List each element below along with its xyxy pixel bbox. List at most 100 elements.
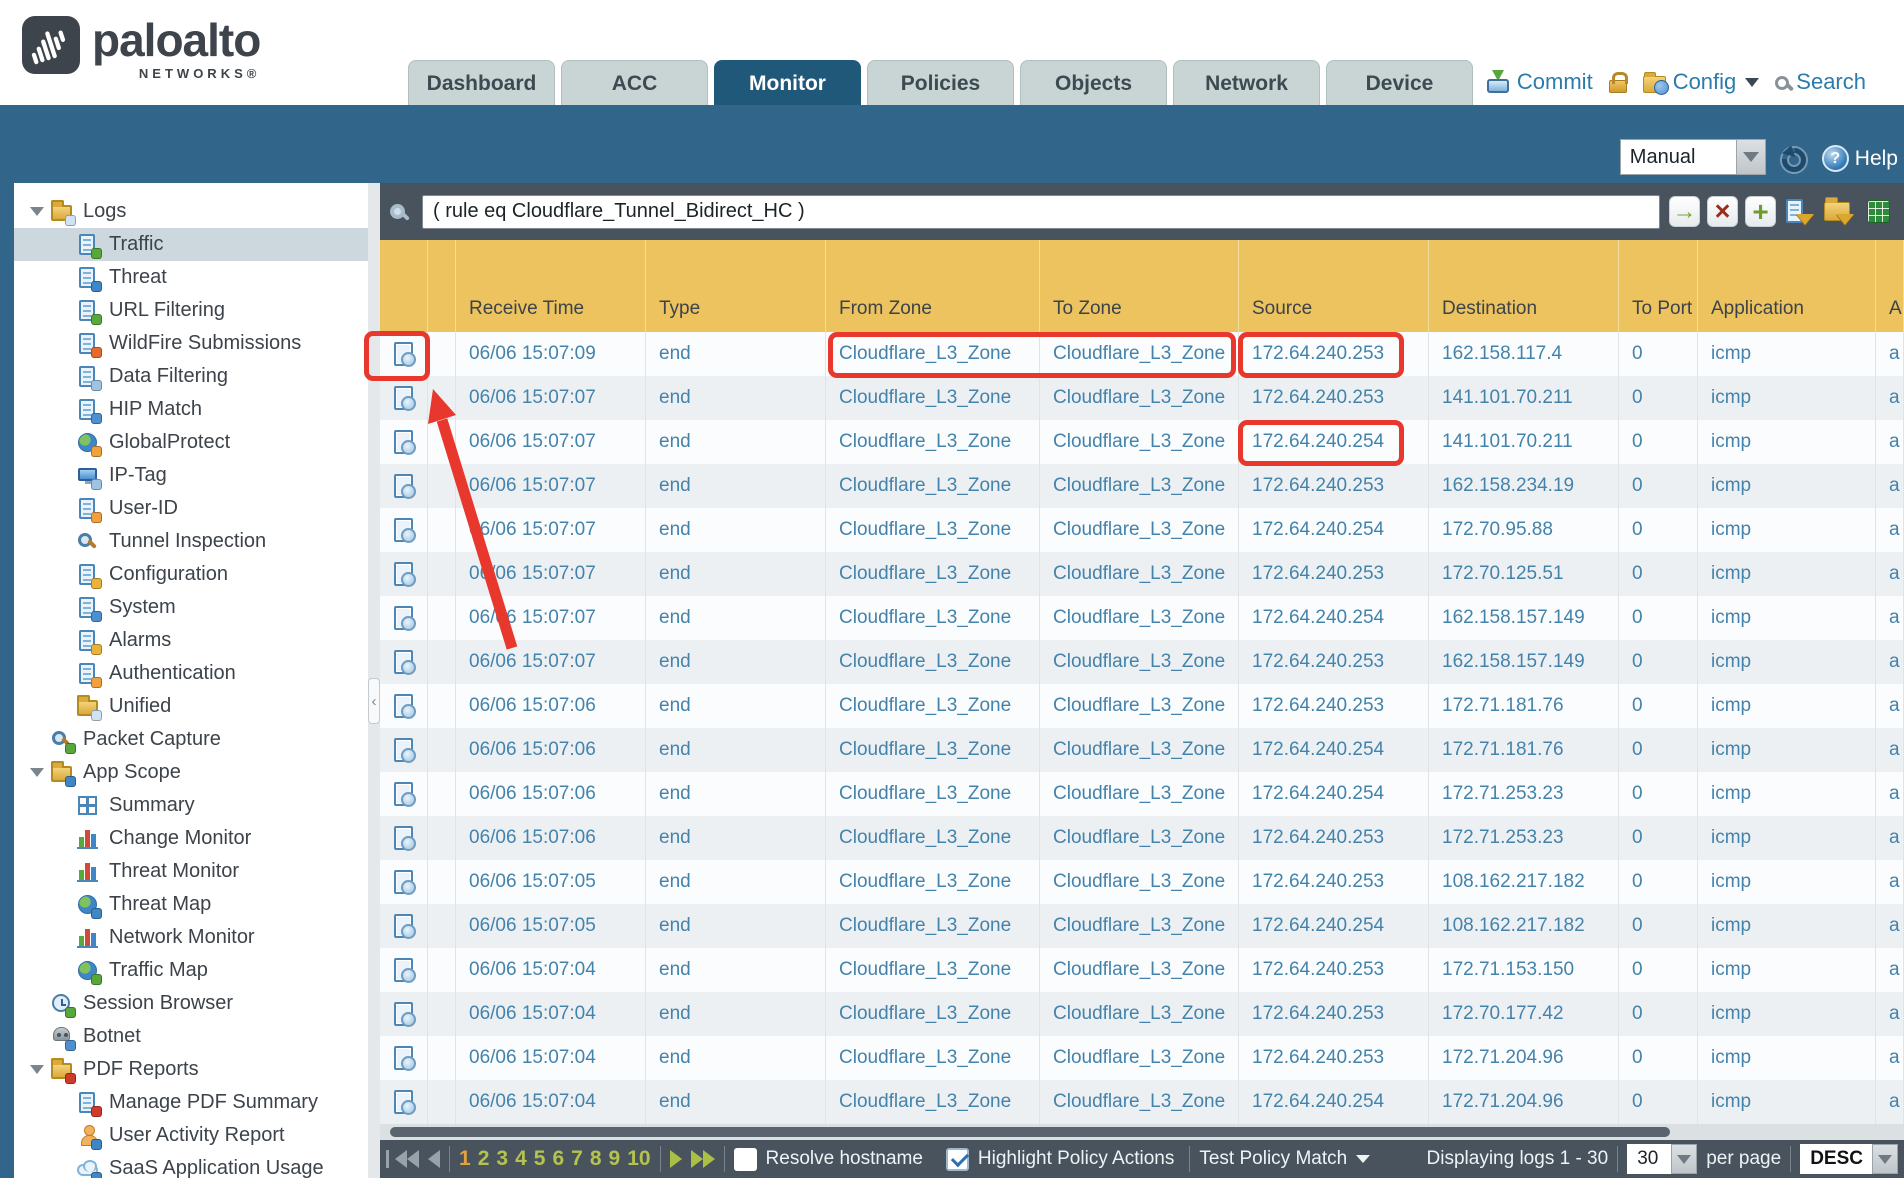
page-10[interactable]: 10 bbox=[627, 1147, 650, 1171]
expand-triangle-icon[interactable] bbox=[30, 1065, 44, 1074]
log-detail-icon[interactable] bbox=[394, 958, 414, 982]
expand-triangle-icon[interactable] bbox=[30, 207, 44, 216]
column-header-source[interactable]: Source bbox=[1239, 240, 1429, 332]
sidebar-item-app-scope[interactable]: App Scope bbox=[14, 756, 368, 789]
column-header-destination[interactable]: Destination bbox=[1429, 240, 1619, 332]
sidebar-item-tunnel-inspection[interactable]: Tunnel Inspection bbox=[14, 525, 368, 558]
log-detail-icon[interactable] bbox=[394, 914, 414, 938]
sidebar-item-botnet[interactable]: Botnet bbox=[14, 1020, 368, 1053]
resolve-hostname-checkbox[interactable] bbox=[734, 1148, 757, 1171]
page-4[interactable]: 4 bbox=[515, 1147, 527, 1171]
table-row[interactable]: 06/06 15:07:09endCloudflare_L3_ZoneCloud… bbox=[380, 332, 1904, 376]
sidebar-item-summary[interactable]: Summary bbox=[14, 789, 368, 822]
highlight-policy-option[interactable]: Highlight Policy Actions bbox=[946, 1148, 1174, 1171]
log-detail-icon[interactable] bbox=[394, 562, 414, 586]
sidebar-item-system[interactable]: System bbox=[14, 591, 368, 624]
log-detail-icon[interactable] bbox=[394, 738, 414, 762]
refresh-icon[interactable] bbox=[1777, 143, 1811, 177]
log-detail-icon[interactable] bbox=[394, 342, 414, 366]
apply-filter-icon[interactable]: → bbox=[1669, 196, 1700, 227]
column-header-type[interactable]: Type bbox=[646, 240, 826, 332]
sidebar-item-hip-match[interactable]: HIP Match bbox=[14, 393, 368, 426]
previous-page-button[interactable] bbox=[428, 1150, 440, 1168]
sort-order-dropdown-button[interactable] bbox=[1872, 1144, 1898, 1174]
log-detail-icon[interactable] bbox=[394, 694, 414, 718]
log-detail-icon[interactable] bbox=[394, 826, 414, 850]
sidebar-item-threat-monitor[interactable]: Threat Monitor bbox=[14, 855, 368, 888]
lock-icon[interactable] bbox=[1609, 80, 1627, 93]
table-row[interactable]: 06/06 15:07:06endCloudflare_L3_ZoneCloud… bbox=[380, 684, 1904, 728]
log-detail-icon[interactable] bbox=[394, 1090, 414, 1114]
add-filter-icon[interactable]: + bbox=[1745, 196, 1776, 227]
sidebar-item-globalprotect[interactable]: GlobalProtect bbox=[14, 426, 368, 459]
log-detail-icon[interactable] bbox=[394, 1002, 414, 1026]
log-detail-icon[interactable] bbox=[394, 782, 414, 806]
sidebar-item-user-id[interactable]: User-ID bbox=[14, 492, 368, 525]
horizontal-scrollbar-thumb[interactable] bbox=[390, 1127, 1670, 1137]
next-page-button[interactable] bbox=[670, 1150, 682, 1168]
log-filter-input[interactable] bbox=[422, 195, 1660, 229]
table-row[interactable]: 06/06 15:07:05endCloudflare_L3_ZoneCloud… bbox=[380, 904, 1904, 948]
refresh-mode-select[interactable]: Manual bbox=[1620, 139, 1766, 175]
column-header-to_port[interactable]: To Port bbox=[1619, 240, 1698, 332]
sidebar-item-user-activity-report[interactable]: User Activity Report bbox=[14, 1119, 368, 1152]
sort-order-select[interactable]: DESC bbox=[1800, 1144, 1898, 1174]
sidebar-item-threat[interactable]: Threat bbox=[14, 261, 368, 294]
page-1[interactable]: 1 bbox=[459, 1147, 471, 1171]
help-button[interactable]: Help bbox=[1822, 145, 1898, 172]
tab-network[interactable]: Network bbox=[1173, 60, 1320, 105]
log-detail-icon[interactable] bbox=[394, 474, 414, 498]
table-row[interactable]: 06/06 15:07:06endCloudflare_L3_ZoneCloud… bbox=[380, 728, 1904, 772]
sidebar-item-saas-application-usage[interactable]: SaaS Application Usage bbox=[14, 1152, 368, 1178]
sidebar-item-pdf-reports[interactable]: PDF Reports bbox=[14, 1053, 368, 1086]
table-row[interactable]: 06/06 15:07:07endCloudflare_L3_ZoneCloud… bbox=[380, 376, 1904, 420]
sidebar-item-packet-capture[interactable]: Packet Capture bbox=[14, 723, 368, 756]
first-page-button[interactable] bbox=[386, 1150, 419, 1168]
page-size-dropdown-button[interactable] bbox=[1671, 1144, 1697, 1174]
filter-builder-icon[interactable] bbox=[1783, 196, 1816, 227]
sidebar-item-change-monitor[interactable]: Change Monitor bbox=[14, 822, 368, 855]
page-9[interactable]: 9 bbox=[609, 1147, 621, 1171]
page-5[interactable]: 5 bbox=[534, 1147, 546, 1171]
log-detail-icon[interactable] bbox=[394, 386, 414, 410]
table-row[interactable]: 06/06 15:07:04endCloudflare_L3_ZoneCloud… bbox=[380, 1036, 1904, 1080]
sidebar-item-traffic[interactable]: Traffic bbox=[14, 228, 368, 261]
table-row[interactable]: 06/06 15:07:06endCloudflare_L3_ZoneCloud… bbox=[380, 772, 1904, 816]
sidebar-item-manage-pdf-summary[interactable]: Manage PDF Summary bbox=[14, 1086, 368, 1119]
sidebar-item-ip-tag[interactable]: IP-Tag bbox=[14, 459, 368, 492]
tab-objects[interactable]: Objects bbox=[1020, 60, 1167, 105]
log-detail-icon[interactable] bbox=[394, 1046, 414, 1070]
log-detail-icon[interactable] bbox=[394, 606, 414, 630]
table-row[interactable]: 06/06 15:07:07endCloudflare_L3_ZoneCloud… bbox=[380, 640, 1904, 684]
page-3[interactable]: 3 bbox=[496, 1147, 508, 1171]
tab-dashboard[interactable]: Dashboard bbox=[408, 60, 555, 105]
page-size-select[interactable]: 30 bbox=[1627, 1144, 1697, 1174]
tab-monitor[interactable]: Monitor bbox=[714, 60, 861, 105]
table-row[interactable]: 06/06 15:07:07endCloudflare_L3_ZoneCloud… bbox=[380, 464, 1904, 508]
test-policy-match-button[interactable]: Test Policy Match bbox=[1199, 1148, 1370, 1170]
config-button[interactable]: Config bbox=[1643, 69, 1760, 95]
page-6[interactable]: 6 bbox=[552, 1147, 564, 1171]
tab-acc[interactable]: ACC bbox=[561, 60, 708, 105]
column-header-detail[interactable] bbox=[380, 240, 428, 332]
commit-button[interactable]: Commit bbox=[1486, 69, 1593, 95]
sidebar-item-url-filtering[interactable]: URL Filtering bbox=[14, 294, 368, 327]
column-header-spacer[interactable] bbox=[428, 240, 456, 332]
sidebar-item-traffic-map[interactable]: Traffic Map bbox=[14, 954, 368, 987]
column-header-application[interactable]: Application bbox=[1698, 240, 1876, 332]
page-2[interactable]: 2 bbox=[478, 1147, 490, 1171]
table-row[interactable]: 06/06 15:07:07endCloudflare_L3_ZoneCloud… bbox=[380, 420, 1904, 464]
export-csv-icon[interactable] bbox=[1863, 196, 1896, 227]
table-row[interactable]: 06/06 15:07:07endCloudflare_L3_ZoneCloud… bbox=[380, 596, 1904, 640]
last-page-button[interactable] bbox=[691, 1150, 715, 1168]
refresh-mode-dropdown-button[interactable] bbox=[1736, 139, 1766, 175]
highlight-policy-checkbox[interactable] bbox=[946, 1148, 969, 1171]
log-detail-icon[interactable] bbox=[394, 430, 414, 454]
page-8[interactable]: 8 bbox=[590, 1147, 602, 1171]
log-detail-icon[interactable] bbox=[394, 518, 414, 542]
page-7[interactable]: 7 bbox=[571, 1147, 583, 1171]
table-row[interactable]: 06/06 15:07:07endCloudflare_L3_ZoneCloud… bbox=[380, 508, 1904, 552]
sidebar-item-data-filtering[interactable]: Data Filtering bbox=[14, 360, 368, 393]
saved-filters-icon[interactable] bbox=[1823, 196, 1856, 227]
column-header-receive_time[interactable]: Receive Time bbox=[456, 240, 646, 332]
